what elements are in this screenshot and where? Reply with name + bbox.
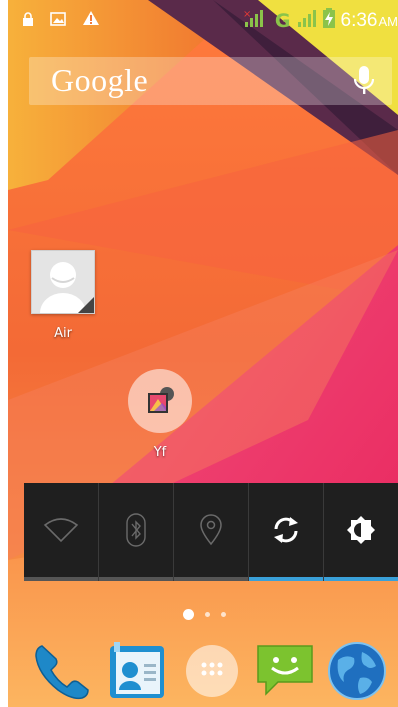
wifi-toggle[interactable] [24,483,99,581]
brightness-toggle[interactable] [324,483,398,581]
battery-charging-icon [322,8,335,33]
contact-placeholder-icon [31,250,95,314]
globe-icon [326,642,388,706]
dock-contacts[interactable] [106,640,168,702]
location-icon [199,514,223,550]
app-label: Yf [153,445,167,460]
location-toggle[interactable] [174,483,249,581]
contacts-icon [106,642,168,706]
gallery-folder-icon [128,369,192,433]
dock-browser[interactable] [326,640,388,702]
app-air[interactable]: Air [31,250,95,341]
app-drawer-icon [184,645,246,706]
app-yf[interactable]: Yf [128,369,192,460]
messaging-icon [254,645,316,706]
brightness-indicator [324,577,398,581]
signal-icon-secondary [297,8,317,33]
dock-messaging[interactable] [254,640,316,702]
network-type: G [274,9,291,32]
clock-time: 6:36 [340,9,378,31]
page-dot[interactable] [221,612,226,617]
sync-icon [271,515,301,549]
location-indicator [174,577,248,581]
signal-icon: × [243,8,269,33]
power-control-widget [24,483,398,581]
warning-icon [82,10,100,31]
brightness-icon [346,515,376,549]
bluetooth-indicator [99,577,173,581]
sync-indicator [249,577,323,581]
app-label: Air [54,326,72,341]
dock-app-drawer[interactable] [184,640,246,702]
google-search-bar[interactable]: Google [29,57,392,105]
page-dot[interactable] [205,612,210,617]
page-indicator [183,609,226,620]
clock-ampm: AM [378,13,398,29]
phone-icon [30,645,92,706]
wallpaper [8,0,398,707]
mic-icon[interactable] [352,65,376,101]
wifi-indicator [24,577,98,581]
google-logo[interactable]: Google [51,62,148,99]
bluetooth-icon [124,513,148,551]
lock-icon [22,10,34,31]
sync-toggle[interactable] [249,483,324,581]
image-notification-icon [50,10,66,31]
status-bar: × G 6:36AM [8,0,398,40]
home-screen: × G 6:36AM Google Air Yf [8,0,398,707]
svg-text:×: × [243,9,251,20]
page-dot-active[interactable] [183,609,194,620]
clock: 6:36AM [341,10,398,32]
bluetooth-toggle[interactable] [99,483,174,581]
dock-phone[interactable] [30,640,92,702]
wifi-icon [43,517,79,547]
